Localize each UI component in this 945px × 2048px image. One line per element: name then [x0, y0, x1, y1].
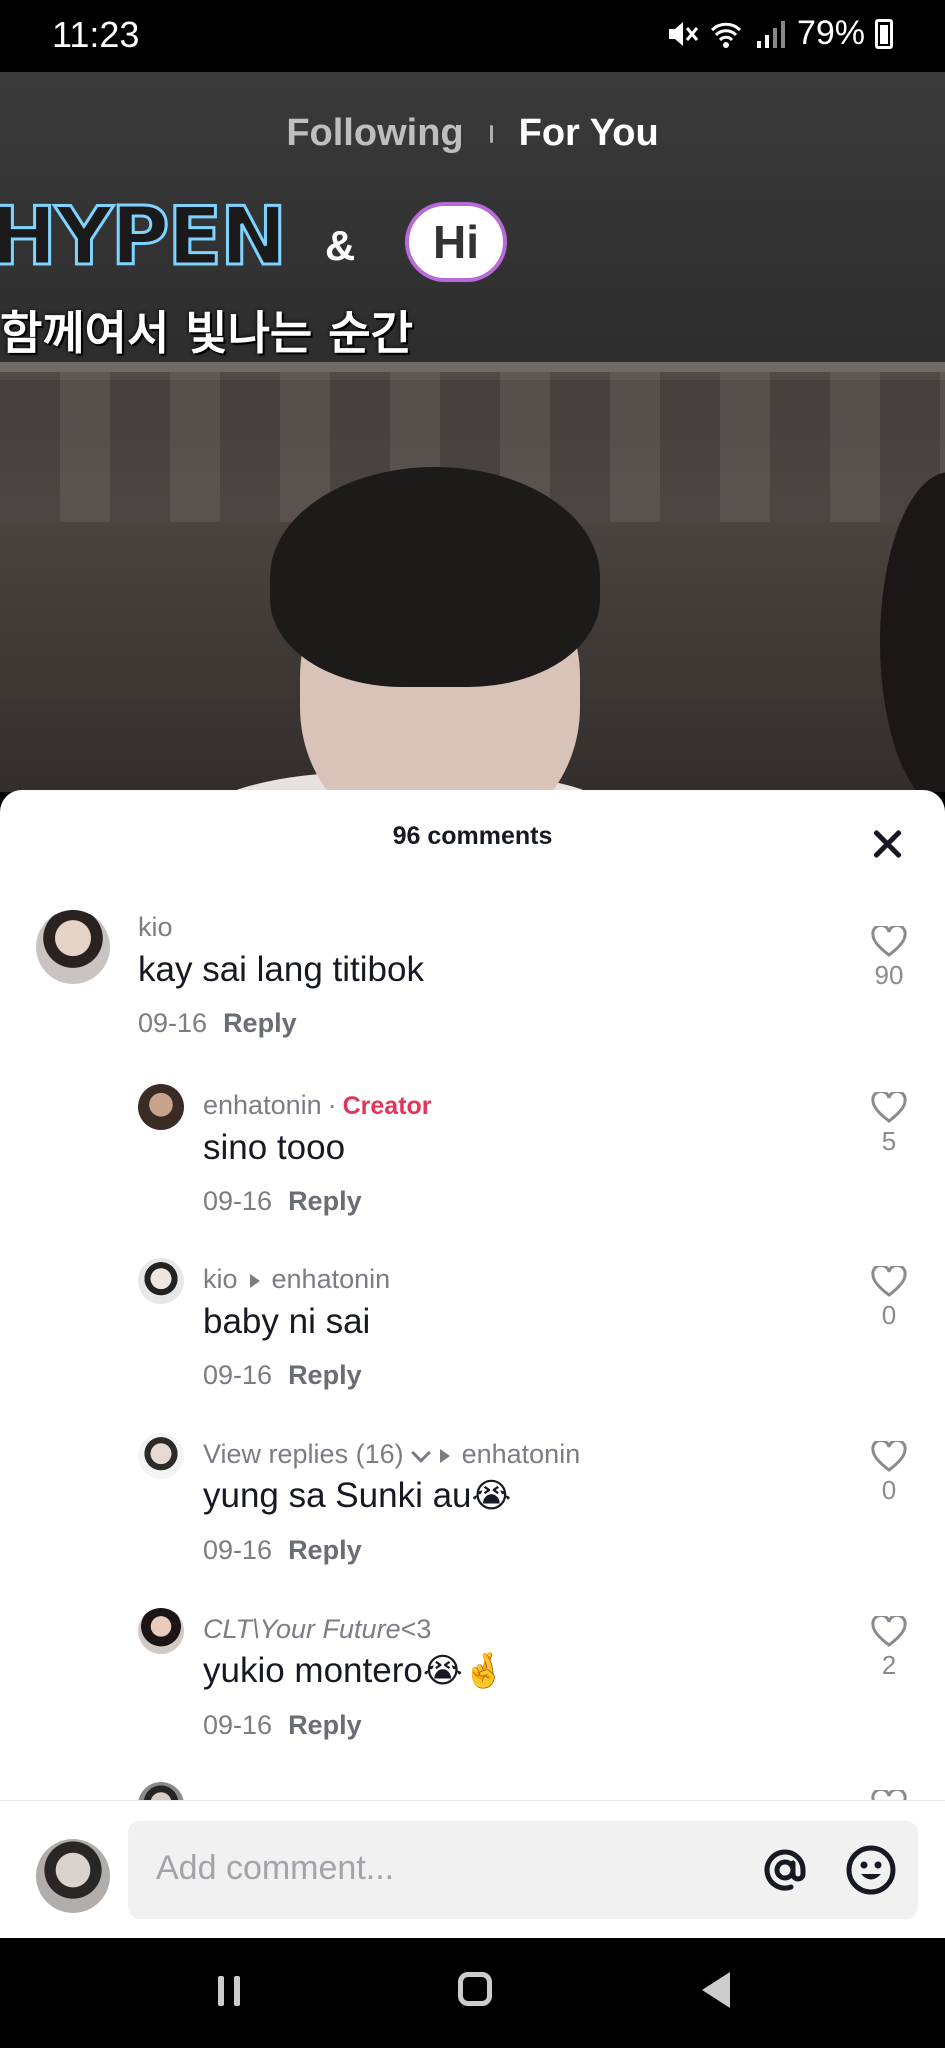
comment-username-row: View replies (16) enhatonin: [203, 1439, 580, 1470]
comment-input-bar: Add comment...: [0, 1800, 945, 1938]
comment-username-row: enhatonin · Creator: [203, 1090, 432, 1121]
avatar[interactable]: [138, 1608, 184, 1654]
reply-button[interactable]: Reply: [288, 1535, 362, 1565]
reply-button[interactable]: Reply: [288, 1710, 362, 1740]
comments-sheet: 96 comments kio kay sai lang titibok 09-…: [0, 790, 945, 1938]
comment-meta: 09-16 Reply: [138, 1008, 297, 1039]
reply-button[interactable]: Reply: [288, 1186, 362, 1216]
comment-input[interactable]: Add comment...: [128, 1821, 918, 1919]
heart-icon: [871, 1441, 907, 1472]
comment-username-row: kio enhatonin: [203, 1264, 390, 1295]
system-nav-bar: [0, 1938, 945, 2048]
comment-text-row: yung sa Sunki au😭: [203, 1476, 511, 1516]
video-logo-bubble: Hi: [405, 202, 507, 282]
battery-icon: [875, 18, 893, 49]
status-icons: 79%: [665, 14, 893, 53]
like-button[interactable]: 90: [859, 926, 919, 991]
tab-divider: [489, 124, 493, 143]
battery-percent: 79%: [796, 14, 865, 52]
view-replies-link[interactable]: View replies (16): [203, 1439, 404, 1469]
comment-meta: 09-16 Reply: [203, 1186, 362, 1217]
tab-for-you[interactable]: For You: [519, 112, 659, 155]
like-button[interactable]: 5: [859, 1092, 919, 1157]
reply-button[interactable]: Reply: [223, 1008, 297, 1038]
emoji-icon[interactable]: [844, 1843, 898, 1897]
heart-icon: [871, 926, 907, 957]
separator-dot: ·: [327, 1090, 337, 1120]
comment-username[interactable]: kio: [138, 912, 173, 943]
like-button[interactable]: 2: [859, 1616, 919, 1681]
comment-username[interactable]: CLT\Your Future: [203, 1614, 401, 1644]
wifi-icon: [710, 22, 741, 48]
comment-text: yung sa Sunki au: [203, 1476, 472, 1515]
reply-arrow-icon: [249, 1273, 260, 1288]
mute-icon: [668, 21, 699, 46]
reply-arrow-icon: [439, 1448, 450, 1463]
status-time: 11:23: [52, 14, 140, 55]
video-logo-text: HYPEN: [0, 189, 289, 285]
signal-icon: [756, 20, 785, 48]
heart-icon: [871, 1616, 907, 1647]
comment-username-suffix: <3: [400, 1614, 432, 1644]
back-icon[interactable]: [702, 1972, 730, 2008]
heart-icon: [871, 1092, 907, 1123]
home-icon[interactable]: [458, 1972, 492, 2006]
comment-meta: 09-16 Reply: [203, 1535, 362, 1566]
comment-text: kay sai lang titibok: [138, 950, 424, 989]
like-button[interactable]: 0: [859, 1441, 919, 1506]
comment-meta: 09-16 Reply: [203, 1710, 362, 1741]
comment-meta: 09-16 Reply: [203, 1360, 362, 1391]
comments-count-title: 96 comments: [392, 822, 553, 850]
avatar[interactable]: [138, 1084, 184, 1130]
avatar[interactable]: [36, 910, 110, 984]
reply-to-username[interactable]: enhatonin: [462, 1439, 581, 1469]
avatar[interactable]: [138, 1433, 184, 1479]
like-count: 0: [881, 1475, 897, 1505]
comment-username-row: CLT\Your Future<3: [203, 1614, 431, 1645]
comment-text: yukio montero: [203, 1651, 423, 1690]
comment-username[interactable]: kio: [203, 1264, 238, 1294]
chevron-down-icon: [410, 1442, 431, 1463]
video-player[interactable]: HYPEN & Hi 함께여서 빛나는 순간: [0, 72, 945, 792]
creator-badge: Creator: [342, 1092, 432, 1120]
video-person-hair: [270, 467, 600, 687]
video-logo-amp: &: [325, 222, 356, 269]
like-button[interactable]: 0: [859, 1266, 919, 1331]
comment-date: 09-16: [203, 1535, 273, 1565]
comment-date: 09-16: [203, 1710, 273, 1740]
tab-following[interactable]: Following: [286, 112, 463, 155]
reply-to-username[interactable]: enhatonin: [272, 1264, 391, 1294]
feed-tabs: Following For You: [0, 112, 945, 155]
comment-text-row: yukio montero😭🤞: [203, 1651, 505, 1691]
status-bar: 11:23 79%: [0, 0, 945, 72]
like-count: 2: [881, 1650, 897, 1680]
reply-button[interactable]: Reply: [288, 1360, 362, 1390]
like-count: 90: [874, 960, 904, 990]
video-logo-subtitle: 함께여서 빛나는 순간: [0, 306, 413, 360]
avatar[interactable]: [36, 1839, 110, 1913]
comment-username[interactable]: enhatonin: [203, 1090, 322, 1120]
heart-icon: [871, 1266, 907, 1297]
at-icon[interactable]: [758, 1843, 812, 1897]
close-icon[interactable]: [869, 826, 905, 862]
recent-apps-icon[interactable]: [218, 1976, 240, 2006]
comment-text: sino tooo: [203, 1128, 346, 1167]
emoji-group: 😭🤞: [422, 1651, 505, 1691]
like-count: 5: [881, 1126, 897, 1156]
comment-text: baby ni sai: [203, 1302, 371, 1341]
comment-date: 09-16: [203, 1360, 273, 1390]
crying-emoji: 😭: [471, 1476, 512, 1516]
like-count: 0: [881, 1300, 897, 1330]
comment-date: 09-16: [203, 1186, 273, 1216]
comment-date: 09-16: [138, 1008, 208, 1038]
comment-input-placeholder: Add comment...: [156, 1849, 395, 1887]
avatar[interactable]: [138, 1258, 184, 1304]
